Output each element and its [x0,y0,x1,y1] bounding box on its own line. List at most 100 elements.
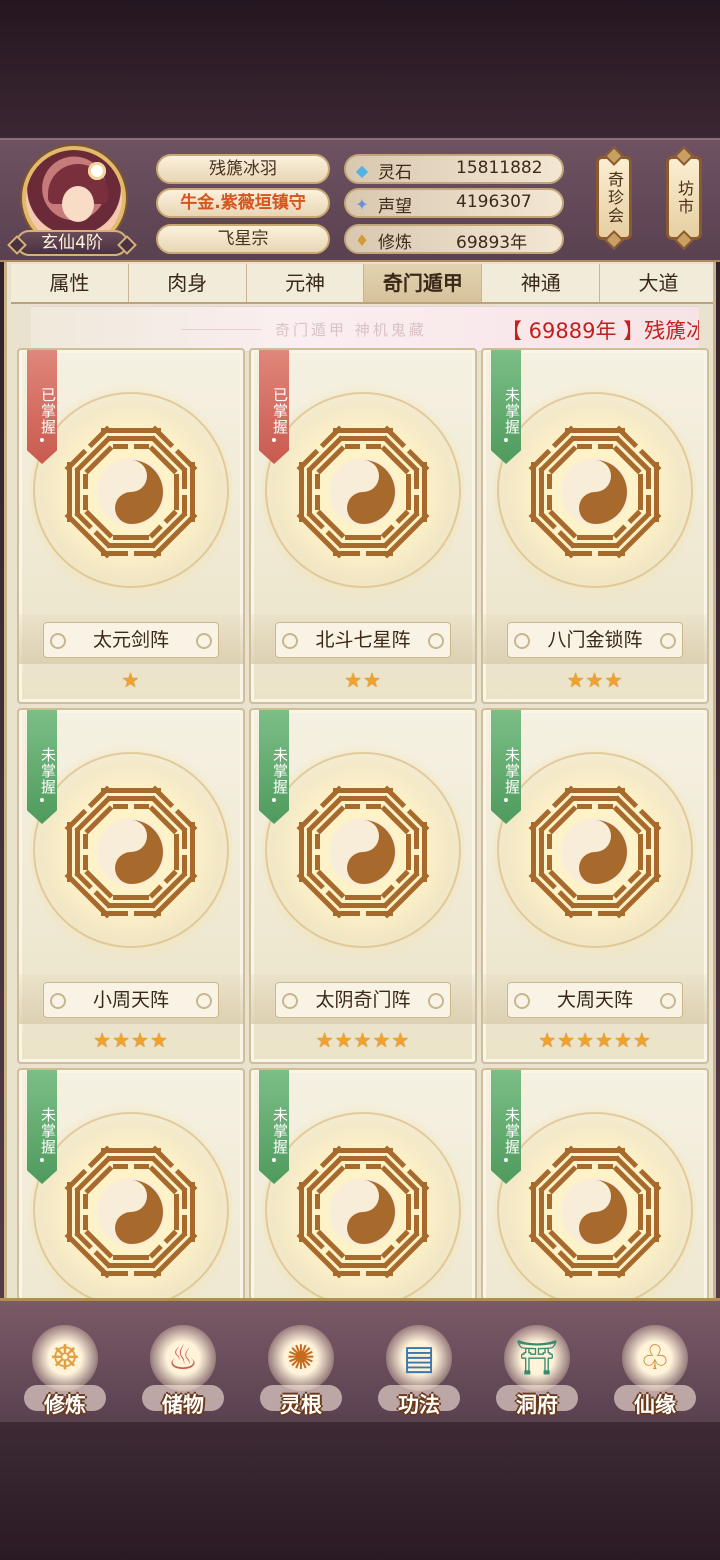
bottom-decor-band [0,1422,720,1560]
star-icon: ★ [363,668,382,692]
formation-card[interactable]: 未掌握 [481,1068,709,1298]
meditation-icon: ☸ [32,1325,98,1391]
formation-card[interactable]: 未掌握 八门金锁阵 ★★★ [481,348,709,704]
stat-value: 15811882 [456,158,543,178]
mastery-badge: 未掌握 [491,710,521,824]
storage-bag-icon: ♨ [150,1325,216,1391]
tab-6[interactable]: 大道 [600,264,713,302]
star-rating: ★ [19,668,243,692]
banner-ornament [181,329,261,330]
star-icon: ★ [538,1028,558,1052]
nav-label: 仙缘 [634,1393,676,1417]
star-icon: ★ [121,668,141,692]
star-icon: ★ [353,1028,373,1052]
star-icon: ★ [576,1028,595,1052]
formation-card[interactable]: 未掌握 小周天阵 ★★★★ [17,708,245,1064]
formation-card[interactable]: 未掌握 [17,1068,245,1298]
tab-1[interactable]: 属性 [11,264,129,302]
reputation-icon: ✦ [355,194,369,214]
bagua-icon [525,782,665,922]
formation-card[interactable]: 未掌握 太阴奇门阵 ★★★★★ [249,708,477,1064]
stat-value: 4196307 [456,192,532,212]
star-icon: ★ [334,1028,354,1052]
cultivation-icon: ♦ [354,230,370,250]
stat-row: ◆ 灵石 15811882 [344,154,564,184]
bagua-icon [293,1142,433,1282]
nav-item-6[interactable]: ♧ 仙缘 [600,1311,710,1421]
formation-name: 小周天阵 [43,982,219,1018]
bagua-icon [293,422,433,562]
tab-5[interactable]: 神通 [482,264,601,302]
star-icon: ★ [149,1028,169,1052]
star-icon: ★ [372,1028,392,1052]
star-icon: ★ [391,1028,411,1052]
treasure-pavilion-button[interactable]: 奇珍会 [596,156,632,240]
formation-card[interactable]: 未掌握大周天阵 ★★★★★★ [481,708,709,1064]
scripture-book-icon: ▤ [386,1325,452,1391]
formation-card[interactable]: 未掌握 [249,1068,477,1298]
star-icon: ★ [131,1028,150,1052]
stat-label: 声望 [378,197,412,217]
star-icon: ★ [566,668,586,692]
scroll-banner: 奇门遁甲 神机鬼藏 【 69889年 】残篪冰羽 [31,306,699,352]
player-title[interactable]: 牛金.紫薇垣镇守 [156,188,330,218]
tab-4[interactable]: 奇门遁甲 [364,264,483,302]
nav-label: 灵根 [280,1393,322,1417]
mastery-badge: 未掌握 [259,1070,289,1184]
nav-label: 修炼 [44,1393,86,1417]
bottom-nav: ☸ 修炼 ♨ 储物 ✺ 灵根 ▤ 功法 ⛩ 洞府 ♧ 仙缘 [0,1298,720,1422]
formation-name: 北斗七星阵 [275,622,451,658]
mastery-badge: 未掌握 [259,710,289,824]
formation-name: 太阴奇门阵 [275,982,451,1018]
gourd-icon: ♧ [622,1325,688,1391]
rank-badge: 玄仙4阶 [16,230,128,256]
star-icon: ★ [585,668,605,692]
star-icon: ★ [315,1028,335,1052]
stat-label: 修炼 [378,233,412,253]
tab-bar: 属性 肉身 元神 奇门遁甲 神通 大道 [11,264,713,304]
formation-name: 太元剑阵 [43,622,219,658]
market-button[interactable]: 坊市 [666,156,702,240]
cave-house-icon: ⛩ [504,1325,570,1391]
nav-item-1[interactable]: ☸ 修炼 [10,1311,120,1421]
top-decor-band [0,0,720,138]
star-rating: ★★★★ [19,1028,243,1052]
stat-label: 灵石 [378,163,412,183]
content-panel: 属性肉身元神奇门遁甲神通大道 奇门遁甲 神机鬼藏 【 69889年 】残篪冰羽 … [4,262,716,1298]
stat-row: ♦ 修炼 69893年 [344,224,564,254]
star-icon: ★ [344,668,363,692]
mastery-badge: 未掌握 [491,350,521,464]
nav-item-2[interactable]: ♨ 储物 [128,1311,238,1421]
nav-label: 功法 [398,1393,440,1417]
star-icon: ★ [595,1028,614,1052]
formation-card[interactable]: 已掌握太元剑阵 ★ [17,348,245,704]
mastery-badge: 已掌握 [27,350,57,464]
star-icon: ★ [557,1028,577,1052]
formation-name: 大周天阵 [507,982,683,1018]
nav-label: 洞府 [516,1393,558,1417]
banner-scroll-text: 【 69889年 】残篪冰羽 [501,319,699,343]
stat-row: ✦ 声望 4196307 [344,188,564,218]
star-icon: ★ [604,668,624,692]
mastery-badge: 已掌握 [259,350,289,464]
formation-name: 八门金锁阵 [507,622,683,658]
bagua-icon [525,1142,665,1282]
spirit-stone-icon: ◆ [355,160,369,180]
stat-value: 69893年 [456,233,528,253]
tab-3[interactable]: 元神 [247,264,365,302]
star-rating: ★★★ [483,668,707,692]
formation-card[interactable]: 已掌握北斗七星阵 ★★ [249,348,477,704]
bagua-icon [61,422,201,562]
bagua-icon [293,782,433,922]
star-icon: ★ [112,1028,131,1052]
nav-item-3[interactable]: ✺ 灵根 [246,1311,356,1421]
player-name: 残篪冰羽 [156,154,330,184]
nav-item-5[interactable]: ⛩ 洞府 [482,1311,592,1421]
bagua-icon [61,1142,201,1282]
bagua-icon [61,782,201,922]
nav-item-4[interactable]: ▤ 功法 [364,1311,474,1421]
star-rating: ★★★★★★ [483,1028,707,1052]
tab-2[interactable]: 肉身 [129,264,247,302]
star-icon: ★ [93,1028,113,1052]
star-icon: ★ [613,1028,633,1052]
